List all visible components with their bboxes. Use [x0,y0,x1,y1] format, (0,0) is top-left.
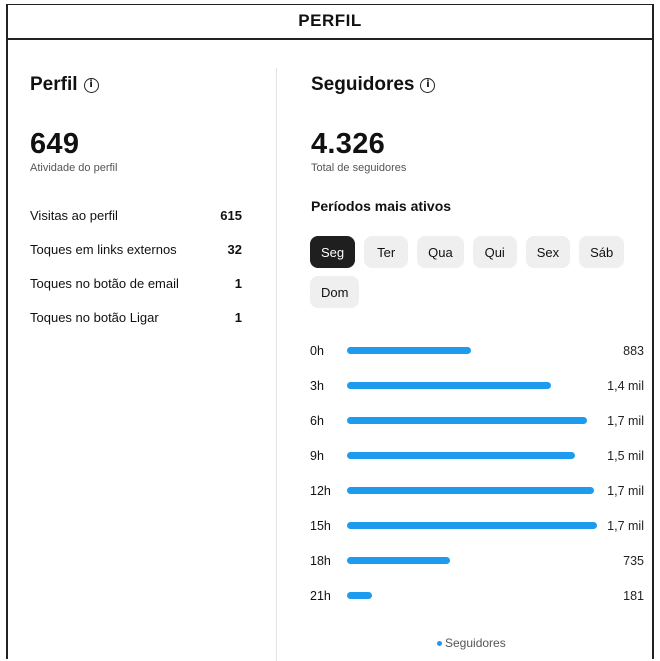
day-tab-seg[interactable]: Seg [310,236,356,268]
metric-value: 615 [220,207,242,223]
bar-12h [347,487,594,494]
bar-category-label: 15h [310,519,331,533]
bar-category-label: 21h [310,589,331,603]
bar-category-label: 18h [310,554,331,568]
column-divider [276,68,277,661]
bar-15h [347,522,597,529]
bar-value-label: 1,7 mil [607,484,644,498]
day-tab-sáb[interactable]: Sáb [579,236,625,268]
bar-row-15h: 15h 1,7 mil [310,509,646,544]
bar-category-label: 9h [310,449,324,463]
bar-category-label: 6h [310,414,324,428]
bar-value-label: 883 [623,344,644,358]
bar-row-3h: 3h 1,4 mil [310,369,646,404]
bar-6h [347,417,587,424]
bar-track [347,522,597,529]
profile-title-text: Perfil [30,74,78,95]
chart-legend: Seguidores [437,636,506,650]
followers-total-value: 4.326 [311,128,386,160]
bar-track [347,452,597,459]
profile-metrics-list: Visitas ao perfil 615 Toques em links ex… [30,198,242,334]
day-tab-dom[interactable]: Dom [310,276,360,308]
day-tab-ter[interactable]: Ter [364,236,409,268]
page-title: PERFIL [298,11,362,30]
metric-value: 1 [234,275,242,291]
metric-label: Toques no botão de email [30,275,179,291]
bar-0h [347,347,471,354]
bar-value-label: 1,4 mil [607,379,644,393]
bar-row-12h: 12h 1,7 mil [310,474,646,509]
bar-value-label: 1,7 mil [607,519,644,533]
info-icon[interactable]: i [83,77,99,93]
metric-label: Visitas ao perfil [30,207,118,223]
profile-section-title: Perfil i [30,74,99,96]
bar-18h [347,557,450,564]
bar-21h [347,592,372,599]
bar-3h [347,382,551,389]
metric-label: Toques em links externos [30,241,177,257]
legend-dot-icon [437,640,442,646]
metric-row: Toques no botão Ligar 1 [30,300,242,334]
day-tab-sex[interactable]: Sex [525,236,571,268]
bar-category-label: 0h [310,344,324,358]
day-tab-qui[interactable]: Qui [472,236,517,268]
info-icon[interactable]: i [420,77,436,93]
active-periods-title: Períodos mais ativos [311,198,452,214]
bar-9h [347,452,575,459]
bar-value-label: 181 [623,589,644,603]
bar-track [347,557,597,564]
bar-track [347,347,597,354]
bar-track [347,417,597,424]
metric-row: Toques em links externos 32 [30,232,242,266]
bar-category-label: 3h [310,379,324,393]
metric-row: Toques no botão de email 1 [30,266,242,300]
bar-track [347,592,597,599]
followers-bar-chart: 0h 883 3h 1,4 mil 6h 1,7 mil 9h 1,5 mil 12h 1,7 m… [310,334,646,614]
followers-title-text: Seguidores [311,74,415,95]
bar-category-label: 12h [310,484,331,498]
metric-value: 32 [227,241,242,257]
bar-row-6h: 6h 1,7 mil [310,404,646,439]
bar-value-label: 1,5 mil [607,449,644,463]
bar-row-21h: 21h 181 [310,579,646,614]
metric-label: Toques no botão Ligar [30,309,159,325]
metric-value: 1 [234,309,242,325]
bar-value-label: 1,7 mil [607,414,644,428]
day-selector: Seg Ter Qua Qui Sex Sáb Dom [310,236,640,308]
page-header: PERFIL [6,4,654,40]
followers-total-label: Total de seguidores [311,162,407,174]
legend-label: Seguidores [445,636,506,650]
bar-row-9h: 9h 1,5 mil [310,439,646,474]
followers-section-title: Seguidores i [311,74,436,96]
day-tab-qua[interactable]: Qua [417,236,464,268]
bar-track [347,382,597,389]
bar-track [347,487,597,494]
bar-row-18h: 18h 735 [310,544,646,579]
bar-row-0h: 0h 883 [310,334,646,369]
profile-activity-value: 649 [30,128,80,160]
profile-activity-label: Atividade do perfil [30,162,118,174]
metric-row: Visitas ao perfil 615 [30,198,242,232]
bar-value-label: 735 [623,554,644,568]
